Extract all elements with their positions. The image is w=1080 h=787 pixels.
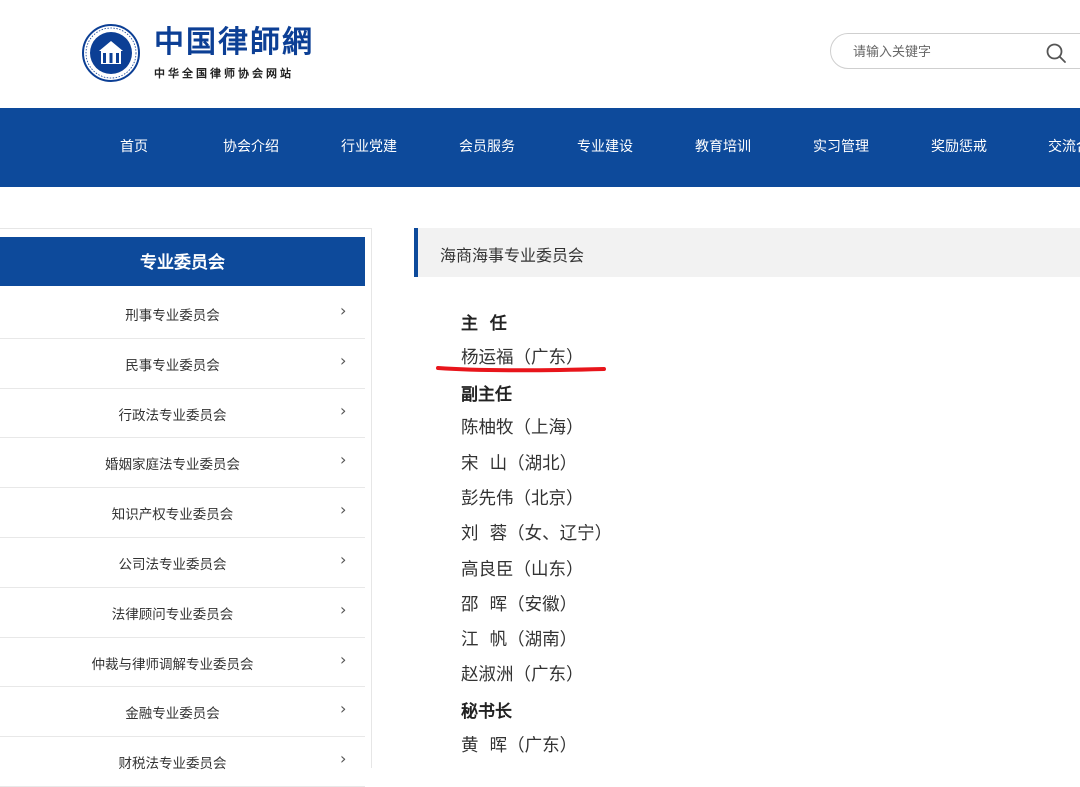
chevron-right-icon: › [340, 301, 347, 320]
sidebar-item-company[interactable]: 公司法专业委员会 › [0, 538, 365, 588]
site-subtitle: 中华全国律师协会网站 [154, 67, 294, 80]
chevron-right-icon: › [340, 599, 347, 619]
red-underline-annotation [436, 366, 606, 373]
sidebar-item-counsel[interactable]: 法律顾问专业委员会 › [0, 588, 365, 638]
content-heading: 海商海事专业委员会 [414, 228, 1080, 277]
sidebar-item-label: 法律顾问专业委员会 [111, 606, 234, 623]
chevron-right-icon: › [340, 749, 347, 769]
deputy-member: 江 帆（湖南） [461, 630, 578, 650]
deputy-member: 陈柚牧（上海） [461, 418, 584, 438]
sidebar-item-label: 公司法专业委员会 [118, 556, 227, 573]
nav-item-party[interactable]: 行业党建 [341, 108, 397, 187]
sidebar-item-family[interactable]: 婚姻家庭法专业委员会 › [0, 438, 365, 489]
sidebar-item-label: 行政法专业委员会 [118, 407, 227, 424]
sidebar-item-label: 民事专业委员会 [125, 357, 220, 374]
deputy-title: 副主任 [461, 385, 512, 405]
search-input[interactable] [851, 41, 1035, 63]
main-nav: 首页 协会介绍 行业党建 会员服务 专业建设 教育培训 实习管理 奖励惩戒 交流… [0, 108, 1080, 187]
sidebar-item-label: 金融专业委员会 [125, 706, 220, 723]
secretary-title: 秘书长 [461, 702, 512, 722]
nav-item-specialty[interactable]: 专业建设 [577, 108, 633, 187]
chevron-right-icon: › [340, 400, 347, 420]
sidebar-item-label: 婚姻家庭法专业委员会 [105, 457, 240, 474]
sidebar-item-label: 财税法专业委员会 [118, 756, 227, 773]
nav-item-about[interactable]: 协会介绍 [223, 108, 279, 187]
chevron-right-icon: › [340, 699, 347, 719]
secretary-name: 黄 晖（广东） [461, 736, 578, 756]
nav-item-exchange[interactable]: 交流合 [1048, 108, 1080, 187]
deputy-member: 高良臣（山东） [461, 560, 584, 580]
nav-item-member-service[interactable]: 会员服务 [459, 108, 515, 187]
chevron-right-icon: › [340, 350, 347, 370]
director-title: 主 任 [461, 314, 507, 334]
nav-item-training[interactable]: 教育培训 [695, 108, 751, 187]
sidebar-item-arbitration[interactable]: 仲裁与律师调解专业委员会 › [0, 638, 365, 688]
chevron-right-icon: › [340, 500, 347, 520]
search-box [830, 33, 1080, 69]
nav-item-internship[interactable]: 实习管理 [813, 108, 869, 187]
nav-item-rewards[interactable]: 奖励惩戒 [931, 108, 987, 187]
deputy-member: 邵 晖（安徽） [461, 595, 578, 615]
sidebar-item-civil[interactable]: 民事专业委员会 › [0, 339, 365, 389]
deputy-member: 刘 蓉（女、辽宁） [461, 524, 613, 544]
site-header: 中国律師網 中华全国律师协会网站 [0, 0, 1080, 108]
search-icon[interactable] [1045, 42, 1067, 64]
site-title: 中国律師網 [154, 25, 314, 60]
sidebar-item-administrative[interactable]: 行政法专业委员会 › [0, 389, 365, 439]
site-logo[interactable]: 中国律師網 中华全国律师协会网站 [82, 24, 314, 82]
logo-text: 中国律師網 中华全国律师协会网站 [154, 25, 314, 81]
committee-list: 刑事专业委员会 › 民事专业委员会 › 行政法专业委员会 › 婚姻家庭法专业委员会 › … [0, 289, 365, 787]
page-title: 海商海事专业委员会 [440, 246, 585, 265]
sidebar-item-finance[interactable]: 金融专业委员会 › [0, 687, 365, 738]
chevron-right-icon: › [340, 649, 347, 669]
sidebar-item-label: 仲裁与律师调解专业委员会 [91, 656, 254, 673]
deputy-member: 赵淑洲（广东） [461, 665, 584, 685]
acla-emblem-icon [82, 24, 140, 82]
chevron-right-icon: › [340, 549, 347, 569]
sidebar: 专业委员会 刑事专业委员会 › 民事专业委员会 › 行政法专业委员会 › 婚姻家庭法专… [0, 228, 372, 787]
nav-item-home[interactable]: 首页 [120, 108, 148, 187]
sidebar-title: 专业委员会 [0, 237, 365, 286]
sidebar-item-tax[interactable]: 财税法专业委员会 › [0, 737, 365, 787]
sidebar-item-label: 刑事专业委员会 [125, 308, 220, 324]
deputy-member: 彭先伟（北京） [461, 489, 584, 509]
sidebar-item-ip[interactable]: 知识产权专业委员会 › [0, 488, 365, 538]
sidebar-item-label: 知识产权专业委员会 [111, 507, 234, 524]
sidebar-item-criminal[interactable]: 刑事专业委员会 › [0, 289, 365, 339]
chevron-right-icon: › [340, 450, 347, 470]
deputy-member: 宋 山（湖北） [461, 454, 578, 474]
